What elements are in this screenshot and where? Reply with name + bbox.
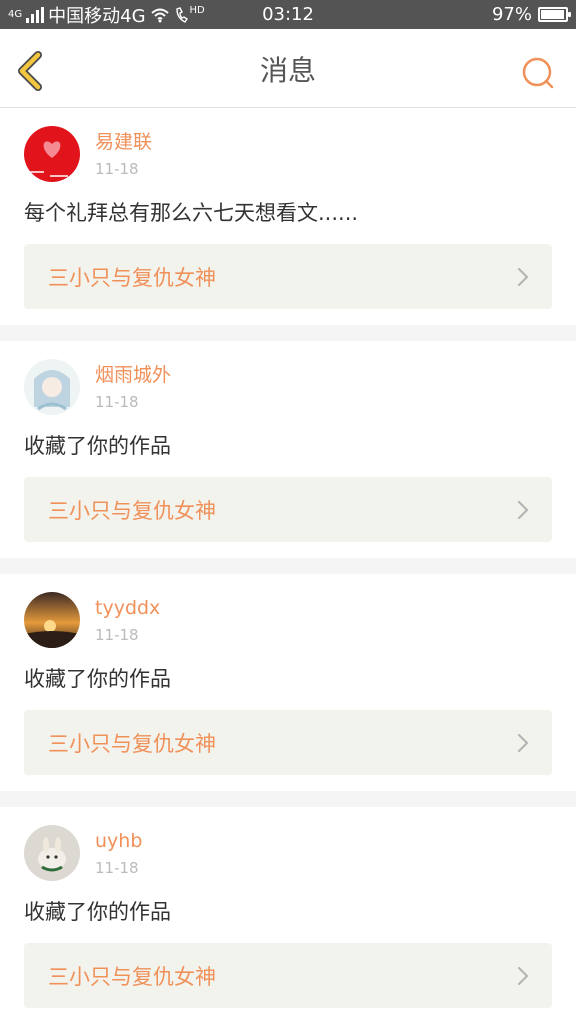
status-left: 4G 中国移动4G HD <box>8 0 205 29</box>
username[interactable]: 易建联 <box>95 130 152 154</box>
chevron-right-icon <box>517 500 529 519</box>
message-text: 每个礼拜总有那么六七天想看文...... <box>24 201 359 225</box>
message-text: 收藏了你的作品 <box>24 900 171 924</box>
chevron-right-icon <box>517 733 529 752</box>
avatar[interactable] <box>24 359 80 415</box>
chevron-right-icon <box>517 267 529 286</box>
message-card: tyyddx 11-18 收藏了你的作品 三小只与复仇女神 <box>0 574 576 791</box>
message-header: 烟雨城外 11-18 <box>24 359 552 417</box>
nav-bar: 消息 <box>0 29 576 108</box>
status-time: 03:12 <box>262 4 314 25</box>
username[interactable]: uyhb <box>95 829 142 853</box>
work-title: 三小只与复仇女神 <box>48 731 216 756</box>
battery-fill <box>541 10 565 19</box>
message-time: 11-18 <box>95 859 139 877</box>
message-card: 易建联 11-18 每个礼拜总有那么六七天想看文...... 三小只与复仇女神 <box>0 108 576 325</box>
message-text: 收藏了你的作品 <box>24 434 171 458</box>
message-header: 易建联 11-18 <box>24 126 552 184</box>
network-type: 4G <box>8 8 23 20</box>
signal-icon <box>26 6 45 23</box>
page-title: 消息 <box>259 53 316 87</box>
message-time: 11-18 <box>95 626 139 644</box>
message-text: 收藏了你的作品 <box>24 667 171 691</box>
message-list: 易建联 11-18 每个礼拜总有那么六七天想看文...... 三小只与复仇女神 <box>0 108 576 1024</box>
message-card: uyhb 11-18 收藏了你的作品 三小只与复仇女神 <box>0 807 576 1024</box>
status-right: 97% <box>491 0 571 29</box>
avatar[interactable] <box>24 825 80 881</box>
avatar[interactable] <box>24 592 80 648</box>
message-time: 11-18 <box>95 160 139 178</box>
username[interactable]: 烟雨城外 <box>95 363 171 387</box>
search-icon <box>522 57 554 89</box>
work-link[interactable]: 三小只与复仇女神 <box>24 477 552 542</box>
work-link[interactable]: 三小只与复仇女神 <box>24 710 552 775</box>
work-title: 三小只与复仇女神 <box>48 964 216 989</box>
work-link[interactable]: 三小只与复仇女神 <box>24 943 552 1008</box>
chevron-right-icon <box>517 966 529 985</box>
username[interactable]: tyyddx <box>95 596 160 620</box>
avatar[interactable] <box>24 126 80 182</box>
wifi-icon <box>150 8 169 22</box>
status-bar: 4G 中国移动4G HD 03:12 97% <box>0 0 576 29</box>
search-button[interactable] <box>518 54 558 94</box>
message-time: 11-18 <box>95 393 139 411</box>
work-link[interactable]: 三小只与复仇女神 <box>24 244 552 309</box>
battery-percent: 97% <box>491 4 532 25</box>
message-header: tyyddx 11-18 <box>24 592 552 650</box>
message-header: uyhb 11-18 <box>24 825 552 883</box>
hd-label: HD <box>189 4 205 16</box>
carrier-label: 中国移动4G <box>48 5 146 27</box>
message-card: 烟雨城外 11-18 收藏了你的作品 三小只与复仇女神 <box>0 341 576 558</box>
battery-icon <box>538 7 571 22</box>
work-title: 三小只与复仇女神 <box>48 498 216 523</box>
work-title: 三小只与复仇女神 <box>48 265 216 290</box>
